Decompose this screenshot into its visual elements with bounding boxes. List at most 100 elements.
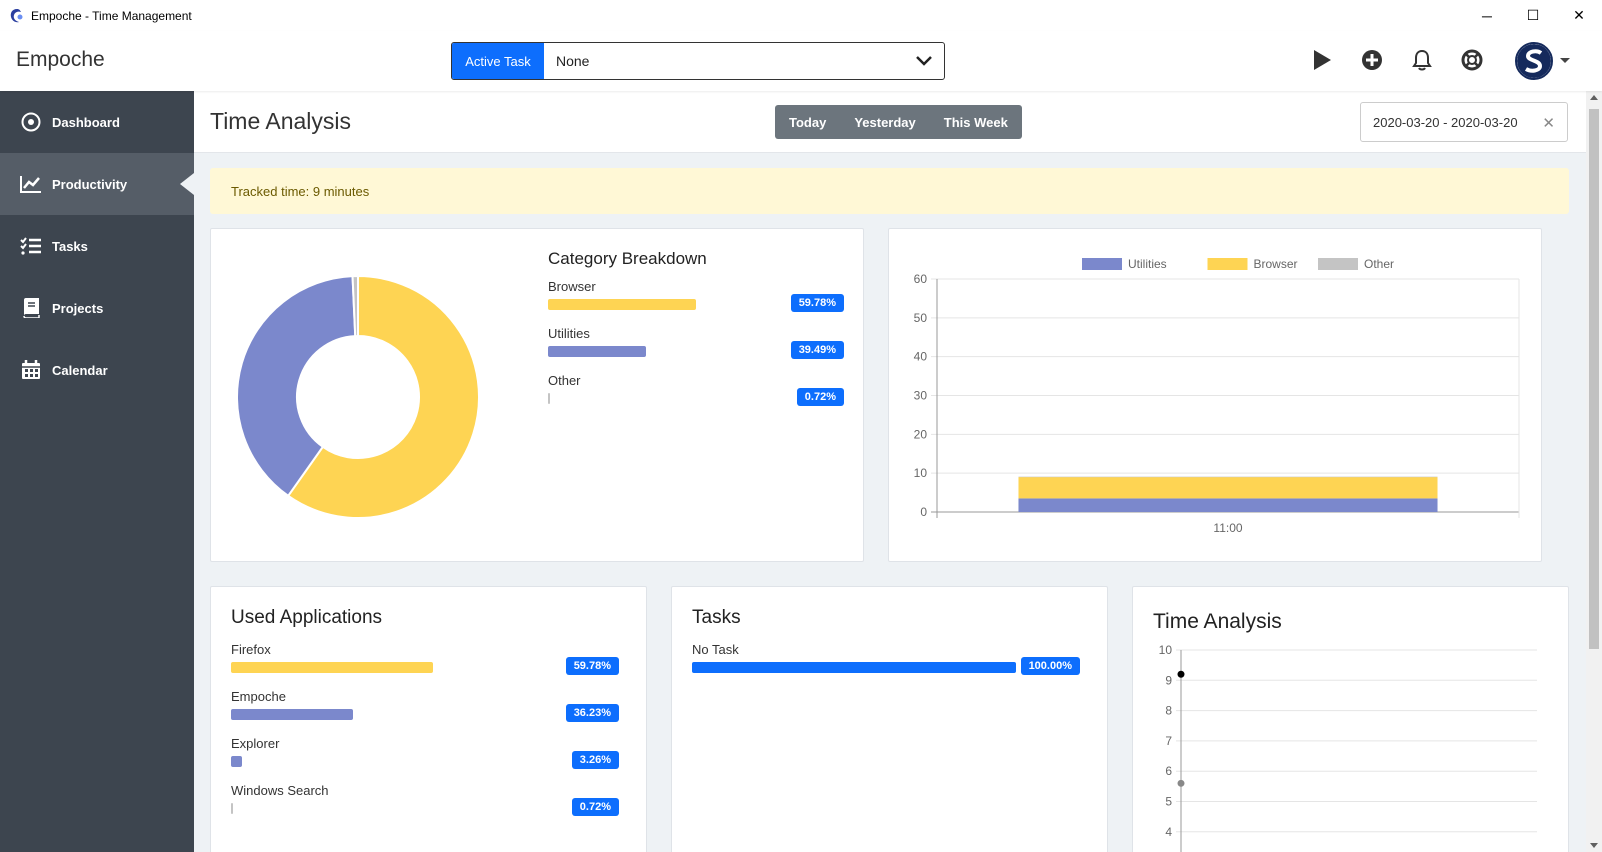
application-list: Firefox 59.78% Empoche 36.23% Explorer 3.26% W… xyxy=(231,642,619,830)
date-range-input[interactable]: 2020-03-20 - 2020-03-20 ✕ xyxy=(1360,102,1568,142)
play-icon[interactable] xyxy=(1307,45,1337,75)
list-item: Explorer 3.26% xyxy=(231,736,619,783)
category-breakdown-title: Category Breakdown xyxy=(548,249,707,268)
item-bar-track xyxy=(231,756,569,767)
bell-icon[interactable] xyxy=(1407,45,1437,75)
category-list: Browser 59.78% Utilities 39.49% Other 0.72% xyxy=(548,279,844,420)
app-topbar: Empoche Active Task None xyxy=(0,31,1602,91)
clear-icon[interactable]: ✕ xyxy=(1542,114,1555,132)
y-tick-label: 60 xyxy=(914,272,928,286)
chevron-down-icon[interactable] xyxy=(904,43,944,79)
y-tick-label: 9 xyxy=(1165,673,1172,687)
used-applications-card: Used Applications Firefox 59.78% Empoche 36… xyxy=(210,586,647,852)
sidebar: Dashboard Productivity Tasks Projects Ca… xyxy=(0,91,194,852)
vertical-scrollbar[interactable] xyxy=(1586,91,1602,852)
percent-badge: 100.00% xyxy=(1020,657,1080,675)
x-tick-label: 11:00 xyxy=(1213,521,1242,535)
item-name: No Task xyxy=(692,642,739,657)
avatar[interactable] xyxy=(1515,42,1553,80)
scatter-point xyxy=(1177,670,1185,678)
percent-badge: 0.72% xyxy=(796,388,844,406)
calendar-icon xyxy=(20,359,42,381)
item-bar-track xyxy=(548,299,795,310)
avatar-caret-icon[interactable] xyxy=(1560,58,1570,63)
item-bar-track xyxy=(548,346,795,357)
timeline-bar-chart: Utilities Browser Other 0 10 20 30 40 50 60 11:00 xyxy=(914,257,1520,535)
item-name: Utilities xyxy=(548,326,590,341)
minimize-button[interactable]: ─ xyxy=(1464,0,1510,31)
category-card: Category Breakdown Browser 59.78% Utilitie… xyxy=(210,228,864,562)
y-tick-label: 40 xyxy=(914,350,928,364)
scroll-up-icon[interactable] xyxy=(1590,95,1598,100)
scatter-point xyxy=(1177,779,1185,787)
y-tick-label: 20 xyxy=(914,427,928,441)
list-item: Windows Search 0.72% xyxy=(231,783,619,830)
today-button[interactable]: Today xyxy=(775,105,840,139)
sidebar-item-label: Calendar xyxy=(52,362,108,378)
item-name: Windows Search xyxy=(231,783,329,798)
used-applications-title: Used Applications xyxy=(231,607,383,628)
item-bar-fill xyxy=(231,803,234,814)
sidebar-item-dashboard[interactable]: Dashboard xyxy=(0,91,194,153)
category-donut-chart xyxy=(236,274,480,519)
sidebar-item-productivity[interactable]: Productivity xyxy=(0,153,194,215)
item-bar-track xyxy=(231,803,569,814)
range-button-group: Today Yesterday This Week xyxy=(775,105,1022,139)
window-title: Empoche - Time Management xyxy=(31,8,192,23)
maximize-button[interactable]: ☐ xyxy=(1510,0,1556,31)
list-item: Utilities 39.49% xyxy=(548,326,844,373)
help-lifebuoy-icon[interactable] xyxy=(1457,45,1487,75)
list-item: Browser 59.78% xyxy=(548,279,844,326)
item-bar-fill xyxy=(231,709,354,720)
y-tick-label: 6 xyxy=(1165,764,1172,778)
bar-segment-utilities xyxy=(1018,498,1438,512)
list-item: Firefox 59.78% xyxy=(231,642,619,689)
page-title: Time Analysis xyxy=(210,108,352,134)
item-bar-fill xyxy=(548,299,696,310)
y-tick-label: 4 xyxy=(1165,825,1172,839)
sidebar-item-projects[interactable]: Projects xyxy=(0,277,194,339)
item-name: Browser xyxy=(548,279,596,294)
item-bar-fill xyxy=(231,662,434,673)
page-header: Time Analysis Today Yesterday This Week … xyxy=(194,91,1586,153)
sidebar-item-label: Tasks xyxy=(52,238,88,254)
bar-segment-browser xyxy=(1018,477,1438,499)
percent-badge: 3.26% xyxy=(571,751,619,769)
tasks-card: Tasks No Task 100.00% xyxy=(671,586,1108,852)
active-task-label: Active Task xyxy=(452,43,544,79)
tracked-time-alert: Tracked time: 9 minutes xyxy=(210,168,1569,214)
tasks-title: Tasks xyxy=(692,607,741,628)
book-icon xyxy=(20,297,42,319)
y-tick-label: 5 xyxy=(1165,795,1172,809)
sidebar-item-calendar[interactable]: Calendar xyxy=(0,339,194,401)
y-tick-label: 0 xyxy=(920,505,927,519)
add-icon[interactable] xyxy=(1357,45,1387,75)
item-bar-fill xyxy=(548,393,550,404)
sidebar-item-tasks[interactable]: Tasks xyxy=(0,215,194,277)
time-analysis-card: Time Analysis 4 5 6 7 8 9 10 xyxy=(1132,586,1569,852)
dashboard-icon xyxy=(20,111,42,133)
scroll-thumb[interactable] xyxy=(1589,109,1599,649)
item-bar-track xyxy=(548,393,795,404)
item-bar-track xyxy=(692,662,1016,673)
main-content: Time Analysis Today Yesterday This Week … xyxy=(194,91,1586,852)
sidebar-item-label: Productivity xyxy=(52,176,128,192)
percent-badge: 39.49% xyxy=(790,341,844,359)
list-item: Other 0.72% xyxy=(548,373,844,420)
item-bar-track xyxy=(231,709,569,720)
time-analysis-card-title: Time Analysis xyxy=(1153,610,1282,633)
scroll-down-icon[interactable] xyxy=(1590,843,1598,848)
y-tick-label: 50 xyxy=(914,311,928,325)
close-window-button[interactable]: ✕ xyxy=(1556,0,1602,31)
y-tick-label: 10 xyxy=(914,466,928,480)
item-bar-track xyxy=(231,662,569,673)
window-titlebar: Empoche - Time Management ─ ☐ ✕ xyxy=(0,0,1602,31)
active-task-select[interactable]: Active Task None xyxy=(451,42,945,80)
item-bar-fill xyxy=(692,662,1016,673)
legend-label-browser: Browser xyxy=(1254,257,1298,271)
timeline-card: Utilities Browser Other 0 10 20 30 40 50 60 11:00 xyxy=(888,228,1542,562)
y-tick-label: 10 xyxy=(1159,643,1173,657)
yesterday-button[interactable]: Yesterday xyxy=(840,105,929,139)
legend-label-utilities: Utilities xyxy=(1128,257,1167,271)
this-week-button[interactable]: This Week xyxy=(930,105,1022,139)
